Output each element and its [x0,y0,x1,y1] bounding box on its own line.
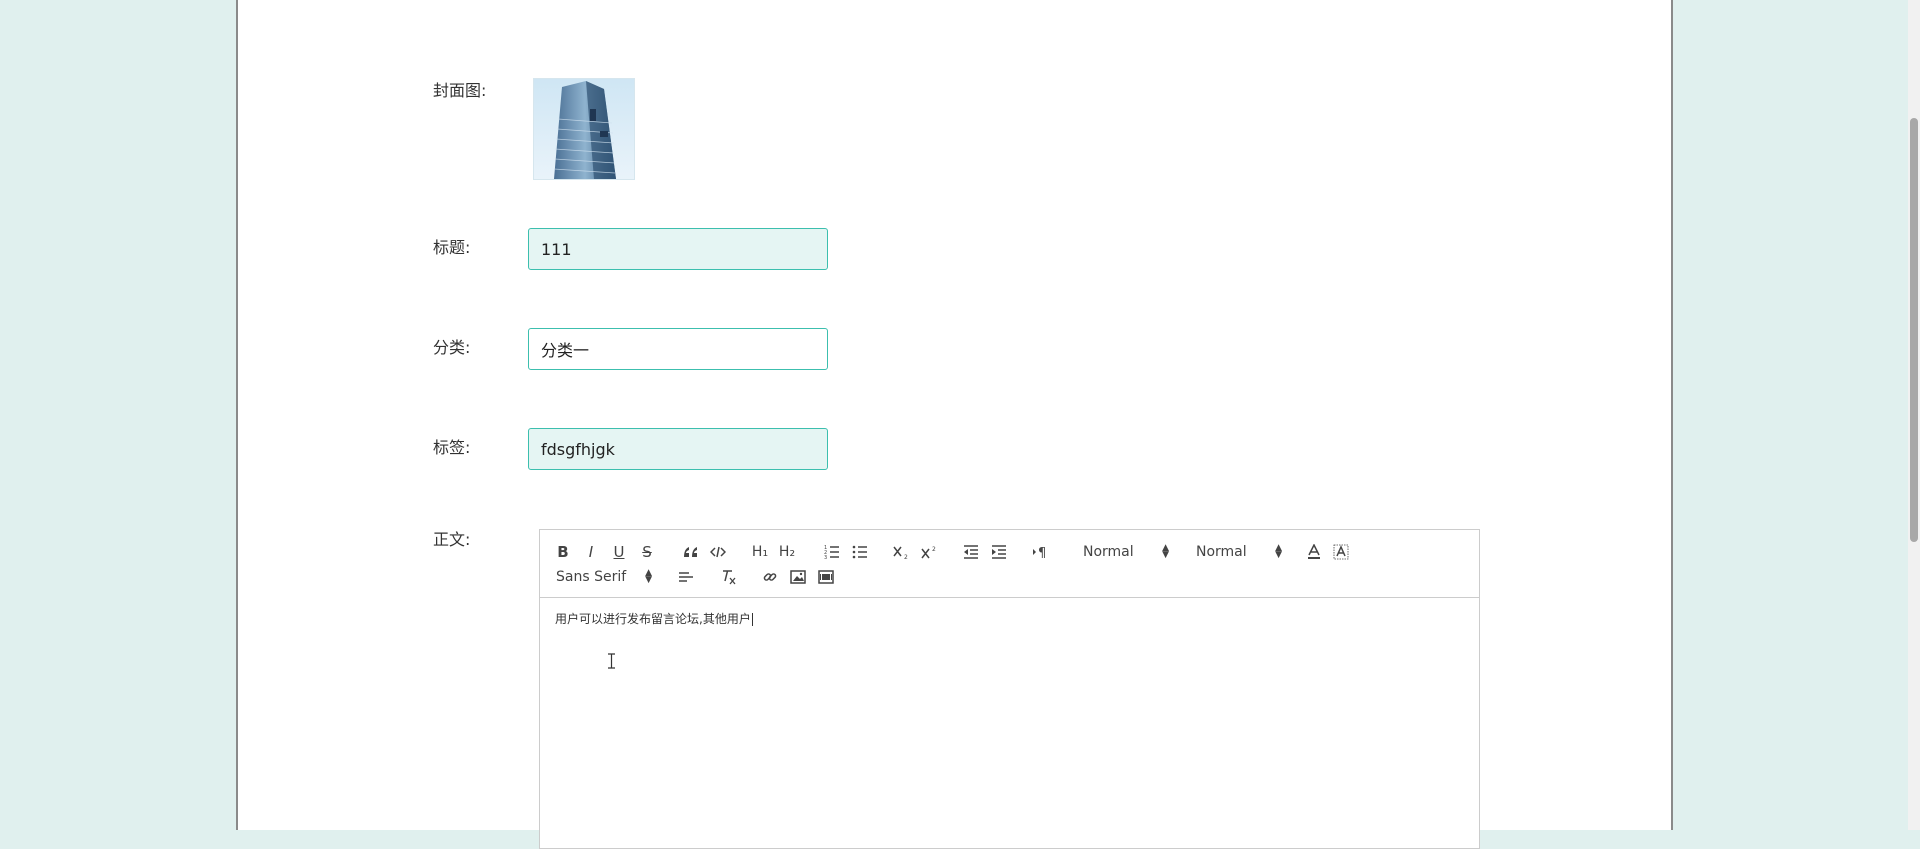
cover-image[interactable] [533,78,635,180]
size-picker-arrows-icon: ▲ ▼ [1275,543,1282,560]
font-picker[interactable]: Sans Serif ▲ ▼ [556,567,652,587]
blockquote-icon[interactable] [681,542,701,562]
header2-icon[interactable]: H₂ [777,542,797,562]
ordered-list-icon[interactable]: 123 [822,542,842,562]
cover-label: 封面图: [433,81,487,100]
category-input[interactable] [528,328,828,370]
header1-icon[interactable]: H₁ [750,542,770,562]
svg-text:2: 2 [932,546,936,553]
link-icon[interactable] [760,567,780,587]
scrollbar[interactable] [1908,0,1920,830]
text-direction-icon[interactable]: ¶ [1030,542,1052,562]
header-picker-label: Normal [1083,544,1134,560]
strike-icon[interactable]: S [638,542,656,562]
bold-icon[interactable]: B [554,542,572,562]
indent-icon[interactable] [989,542,1009,562]
code-block-icon[interactable] [708,542,728,562]
header-picker[interactable]: Normal ▲ ▼ [1083,542,1169,562]
scrollbar-thumb[interactable] [1910,118,1918,542]
svg-text:¶: ¶ [1038,546,1046,559]
superscript-icon[interactable]: 2 [920,542,940,562]
video-icon[interactable] [816,567,836,587]
size-picker[interactable]: Normal ▲ ▼ [1196,542,1282,562]
clear-format-icon[interactable] [719,567,739,587]
text-caret [751,613,753,626]
font-picker-label: Sans Serif [556,569,627,585]
font-picker-arrows-icon: ▲ ▼ [645,568,652,585]
italic-icon[interactable]: I [582,542,600,562]
building-image-icon [534,79,634,179]
editor-toolbar: B I U S H₁ H₂ 123 2 2 ¶ Normal ▲ ▼ Norma… [540,530,1479,598]
rich-text-editor: B I U S H₁ H₂ 123 2 2 ¶ Normal ▲ ▼ Norma… [539,529,1480,849]
title-label: 标题: [433,238,471,257]
underline-icon[interactable]: U [610,542,628,562]
tags-input[interactable] [528,428,828,470]
image-icon[interactable] [788,567,808,587]
svg-text:3: 3 [824,555,827,559]
category-label: 分类: [433,338,471,357]
editor-text: 用户可以进行发布留言论坛,其他用户 [555,612,751,626]
size-picker-label: Normal [1196,544,1247,560]
outdent-icon[interactable] [961,542,981,562]
tags-label: 标签: [433,438,471,457]
ibeam-cursor-icon [607,653,616,673]
header-picker-arrows-icon: ▲ ▼ [1162,543,1169,560]
svg-text:2: 2 [904,554,908,559]
subscript-icon[interactable]: 2 [892,542,912,562]
background-color-icon[interactable] [1331,542,1351,562]
align-icon[interactable] [676,567,696,587]
bullet-list-icon[interactable] [850,542,870,562]
body-label: 正文: [433,530,471,549]
editor-content[interactable]: 用户可以进行发布留言论坛,其他用户 [555,610,753,627]
title-input[interactable] [528,228,828,270]
font-color-icon[interactable] [1304,542,1324,562]
